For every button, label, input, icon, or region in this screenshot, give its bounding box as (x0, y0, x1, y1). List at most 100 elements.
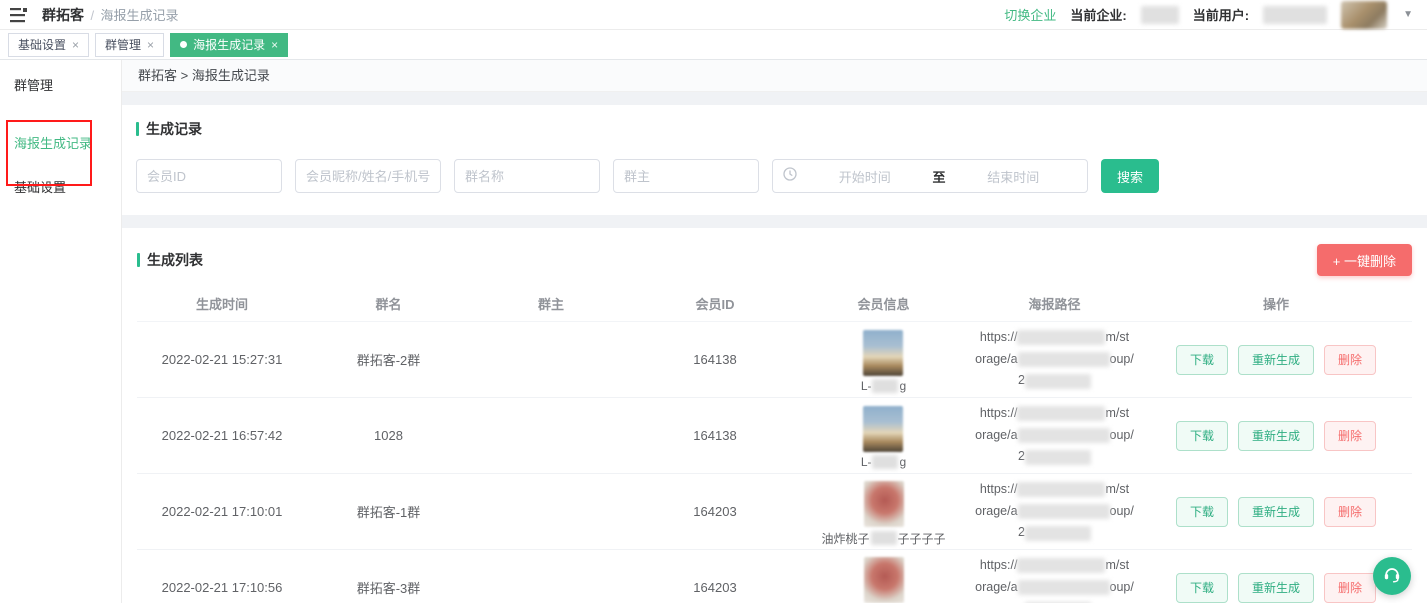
tab-close-icon[interactable]: × (271, 38, 278, 52)
cell-actions: 下载 重新生成 删除 (1176, 573, 1376, 603)
tab-label: 基础设置 (18, 36, 66, 53)
user-avatar[interactable] (1341, 1, 1387, 29)
switch-company-link[interactable]: 切换企业 (1004, 5, 1056, 24)
cell-poster-path: https://m/st orage/aoup/ 2 (975, 327, 1134, 393)
cell-group-name: 群拓客-1群 (357, 502, 421, 521)
current-company-value-redacted (1141, 6, 1179, 24)
column-header-group-owner: 群主 (538, 294, 564, 313)
cell-actions: 下载 重新生成 删除 (1176, 497, 1376, 527)
breadcrumb-separator: / (90, 8, 94, 23)
support-fab-button[interactable] (1373, 557, 1411, 595)
column-header-time: 生成时间 (196, 294, 248, 313)
sidebar-item-poster-records[interactable]: 海报生成记录 (0, 134, 121, 154)
regenerate-button[interactable]: 重新生成 (1238, 421, 1314, 451)
cell-member-info: L-g (861, 402, 906, 469)
section-title-text: 生成列表 (147, 250, 203, 270)
regenerate-button[interactable]: 重新生成 (1238, 345, 1314, 375)
column-header-member-info: 会员信息 (857, 294, 909, 313)
group-name-input[interactable] (454, 159, 600, 193)
tab-close-icon[interactable]: × (147, 38, 154, 52)
top-header: 群拓客 / 海报生成记录 切换企业 当前企业: 当前用户: ▼ (0, 0, 1427, 30)
cell-time: 2022-02-21 16:57:42 (162, 428, 283, 443)
path-redacted (1018, 428, 1110, 443)
date-range-separator: 至 (933, 167, 946, 186)
fold-menu-icon[interactable] (10, 7, 28, 23)
member-avatar (863, 330, 903, 376)
table-header-row: 生成时间 群名 群主 会员ID 会员信息 海报路径 操作 (137, 286, 1412, 322)
cell-actions: 下载 重新生成 删除 (1176, 345, 1376, 375)
headset-icon (1382, 564, 1402, 589)
path-redacted (1025, 526, 1091, 541)
breadcrumb-app[interactable]: 群拓客 (42, 7, 84, 23)
column-header-member-id: 会员ID (695, 294, 734, 313)
member-name-redacted (872, 455, 898, 469)
search-button[interactable]: 搜索 (1101, 159, 1159, 193)
path-redacted (1017, 482, 1105, 497)
cell-group-name: 群拓客-3群 (357, 578, 421, 597)
member-name: L- (861, 379, 872, 393)
cell-time: 2022-02-21 17:10:01 (162, 504, 283, 519)
download-button[interactable]: 下载 (1176, 573, 1228, 603)
tab-poster-records[interactable]: 海报生成记录 × (170, 33, 288, 57)
main-content: 群拓客 > 海报生成记录 生成记录 (122, 60, 1427, 603)
group-owner-input[interactable] (613, 159, 759, 193)
member-name: 油炸桃子 (821, 530, 869, 547)
member-name-redacted (871, 531, 897, 545)
cell-group-name: 1028 (374, 428, 403, 443)
tab-bar: 基础设置 × 群管理 × 海报生成记录 × (0, 30, 1427, 60)
end-time-placeholder[interactable]: 结束时间 (950, 167, 1078, 186)
regenerate-button[interactable]: 重新生成 (1238, 497, 1314, 527)
section-title-bar (136, 122, 139, 136)
member-nickname-input[interactable] (295, 159, 441, 193)
member-id-input[interactable] (136, 159, 282, 193)
delete-button[interactable]: 删除 (1324, 497, 1376, 527)
current-user-value-redacted (1263, 6, 1327, 24)
download-button[interactable]: 下载 (1176, 497, 1228, 527)
cell-member-info: L-g (861, 326, 906, 393)
member-name: 子子子子 (898, 530, 946, 547)
section-title-search: 生成记录 (136, 119, 1413, 139)
cell-time: 2022-02-21 17:10:56 (162, 580, 283, 595)
column-header-poster-path: 海报路径 (1028, 294, 1080, 313)
tab-label: 海报生成记录 (193, 36, 265, 53)
regenerate-button[interactable]: 重新生成 (1238, 573, 1314, 603)
chevron-down-icon[interactable]: ▼ (1403, 9, 1413, 20)
path-redacted (1025, 374, 1091, 389)
cell-member-id: 164138 (693, 352, 736, 367)
batch-delete-button[interactable]: + 一键删除 (1317, 244, 1412, 276)
list-card: 生成列表 + 一键删除 生成时间 群名 群主 会员ID 会员信息 海报路径 操作… (122, 228, 1427, 603)
start-time-placeholder[interactable]: 开始时间 (801, 167, 929, 186)
current-company-label: 当前企业: (1070, 5, 1126, 24)
delete-button[interactable]: 删除 (1324, 345, 1376, 375)
download-button[interactable]: 下载 (1176, 345, 1228, 375)
path-redacted (1017, 330, 1105, 345)
cell-time: 2022-02-21 15:27:31 (162, 352, 283, 367)
path-redacted (1017, 406, 1105, 421)
section-title-list: 生成列表 (137, 250, 203, 270)
table-row: 2022-02-21 15:27:31 群拓客-2群 164138 L-g ht… (137, 322, 1412, 398)
sidebar-item-group-management[interactable]: 群管理 (0, 76, 121, 96)
column-header-actions: 操作 (1263, 294, 1289, 313)
cell-member-id: 164203 (693, 504, 736, 519)
tab-group-management[interactable]: 群管理 × (95, 33, 164, 57)
search-card: 生成记录 开始时间 至 结束时间 (122, 105, 1427, 215)
path-redacted (1018, 580, 1110, 595)
tab-basic-settings[interactable]: 基础设置 × (8, 33, 89, 57)
section-title-text: 生成记录 (146, 119, 202, 139)
active-tab-dot (180, 41, 187, 48)
cell-member-info: 油炸桃子子子子子 (821, 553, 945, 603)
page-breadcrumb: 群拓客 > 海报生成记录 (122, 60, 1427, 92)
delete-button[interactable]: 删除 (1324, 573, 1376, 603)
download-button[interactable]: 下载 (1176, 421, 1228, 451)
table-row: 2022-02-21 17:10:56 群拓客-3群 164203 油炸桃子子子… (137, 550, 1412, 603)
cell-poster-path: https://m/st orage/aoup/ 2 (975, 479, 1134, 545)
date-range-picker[interactable]: 开始时间 至 结束时间 (772, 159, 1088, 193)
current-user-label: 当前用户: (1193, 5, 1249, 24)
member-avatar (863, 406, 903, 452)
cell-group-name: 群拓客-2群 (357, 350, 421, 369)
member-name: g (899, 379, 906, 393)
sidebar-item-basic-settings[interactable]: 基础设置 (0, 178, 121, 198)
member-name: L- (861, 455, 872, 469)
delete-button[interactable]: 删除 (1324, 421, 1376, 451)
tab-close-icon[interactable]: × (72, 38, 79, 52)
